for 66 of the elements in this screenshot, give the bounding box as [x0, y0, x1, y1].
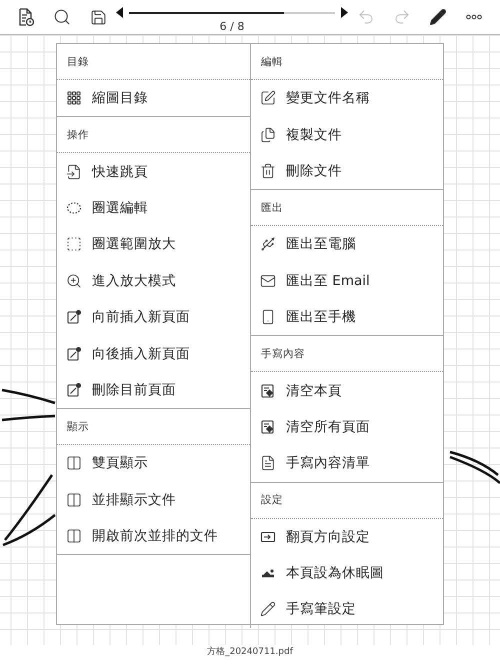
save-icon [90, 8, 106, 26]
previous-page-icon[interactable] [116, 7, 123, 18]
undo-icon [357, 8, 375, 26]
pen-icon [429, 8, 447, 26]
page-jump-icon [66, 164, 82, 180]
section-heading: 顯示 [67, 420, 89, 434]
two-column-icon [66, 528, 82, 544]
menu-item[interactable]: 匯出至 Email [251, 262, 443, 299]
section-heading: 手寫內容 [261, 346, 305, 361]
menu-item[interactable]: 手寫筆設定 [251, 591, 443, 628]
menu-item[interactable]: 翻頁方向設定 [251, 518, 443, 555]
section-heading: 目錄 [67, 54, 89, 68]
page-insert-icon [66, 309, 82, 326]
menu-item[interactable]: 圈選編輯 [57, 190, 250, 226]
erase-page-icon [260, 382, 276, 399]
page-indicator: 6 / 8 [220, 20, 244, 33]
mail-icon [260, 272, 276, 289]
section-heading: 匯出 [261, 200, 283, 215]
document-list-icon [260, 455, 276, 472]
menu-item[interactable]: 向前插入新頁面 [57, 298, 250, 336]
two-column-icon [66, 492, 82, 508]
menu-item[interactable]: 快速跳頁 [57, 153, 250, 190]
section-heading: 設定 [261, 493, 283, 508]
dashed-square-icon [66, 236, 82, 252]
next-page-icon[interactable] [341, 7, 348, 18]
menu-item[interactable]: 圈選範圍放大 [57, 226, 250, 263]
menu-item[interactable]: 變更文件名稱 [251, 80, 443, 116]
menu-item[interactable]: 向後插入新頁面 [57, 335, 250, 372]
redo-icon [393, 8, 411, 26]
menu-item[interactable]: 清空本頁 [251, 372, 443, 409]
pen-button[interactable] [427, 6, 449, 28]
menu-item[interactable]: 開啟前次並排的文件 [57, 518, 250, 554]
lasso-icon [66, 200, 82, 216]
section-heading: 操作 [67, 128, 89, 142]
menu-item[interactable]: 刪除文件 [251, 152, 443, 190]
usb-icon [260, 236, 276, 252]
phone-icon [260, 309, 276, 326]
menu-item[interactable]: 匯出至手機 [251, 298, 443, 336]
erase-pages-icon [260, 418, 276, 435]
copy-icon [260, 126, 276, 143]
menu-item[interactable]: 本頁設為休眠圖 [251, 554, 443, 592]
menu-item[interactable]: 複製文件 [251, 116, 443, 153]
menu-item[interactable]: 雙頁顯示 [57, 445, 250, 482]
file-name: 方格_20240711.pdf [207, 646, 293, 658]
menu-item[interactable]: 並排顯示文件 [57, 482, 250, 518]
menu-item[interactable]: 刪除目前頁面 [57, 372, 250, 408]
handwriting-stroke [2, 388, 56, 404]
document-history-icon [17, 7, 35, 27]
menu-item[interactable]: 進入放大模式 [57, 262, 250, 299]
two-column-icon [66, 455, 82, 472]
handwriting-stroke [2, 414, 56, 422]
page-delete-icon [66, 382, 82, 398]
search-icon [53, 8, 71, 26]
menu-item[interactable]: 手寫內容清單 [251, 445, 443, 482]
section-heading: 編輯 [261, 54, 283, 68]
menu-item[interactable]: 縮圖目錄 [57, 80, 250, 116]
handwriting-stroke [448, 450, 500, 484]
menu-item[interactable]: 清空所有頁面 [251, 408, 443, 446]
rename-icon [260, 90, 276, 106]
menu-item[interactable]: 匯出至電腦 [251, 226, 443, 263]
zoom-in-icon [66, 272, 82, 289]
more-icon [466, 14, 482, 20]
grid-icon [66, 90, 82, 106]
page-insert-icon [66, 346, 82, 362]
trash-icon [260, 162, 276, 179]
pen-icon [260, 601, 276, 618]
